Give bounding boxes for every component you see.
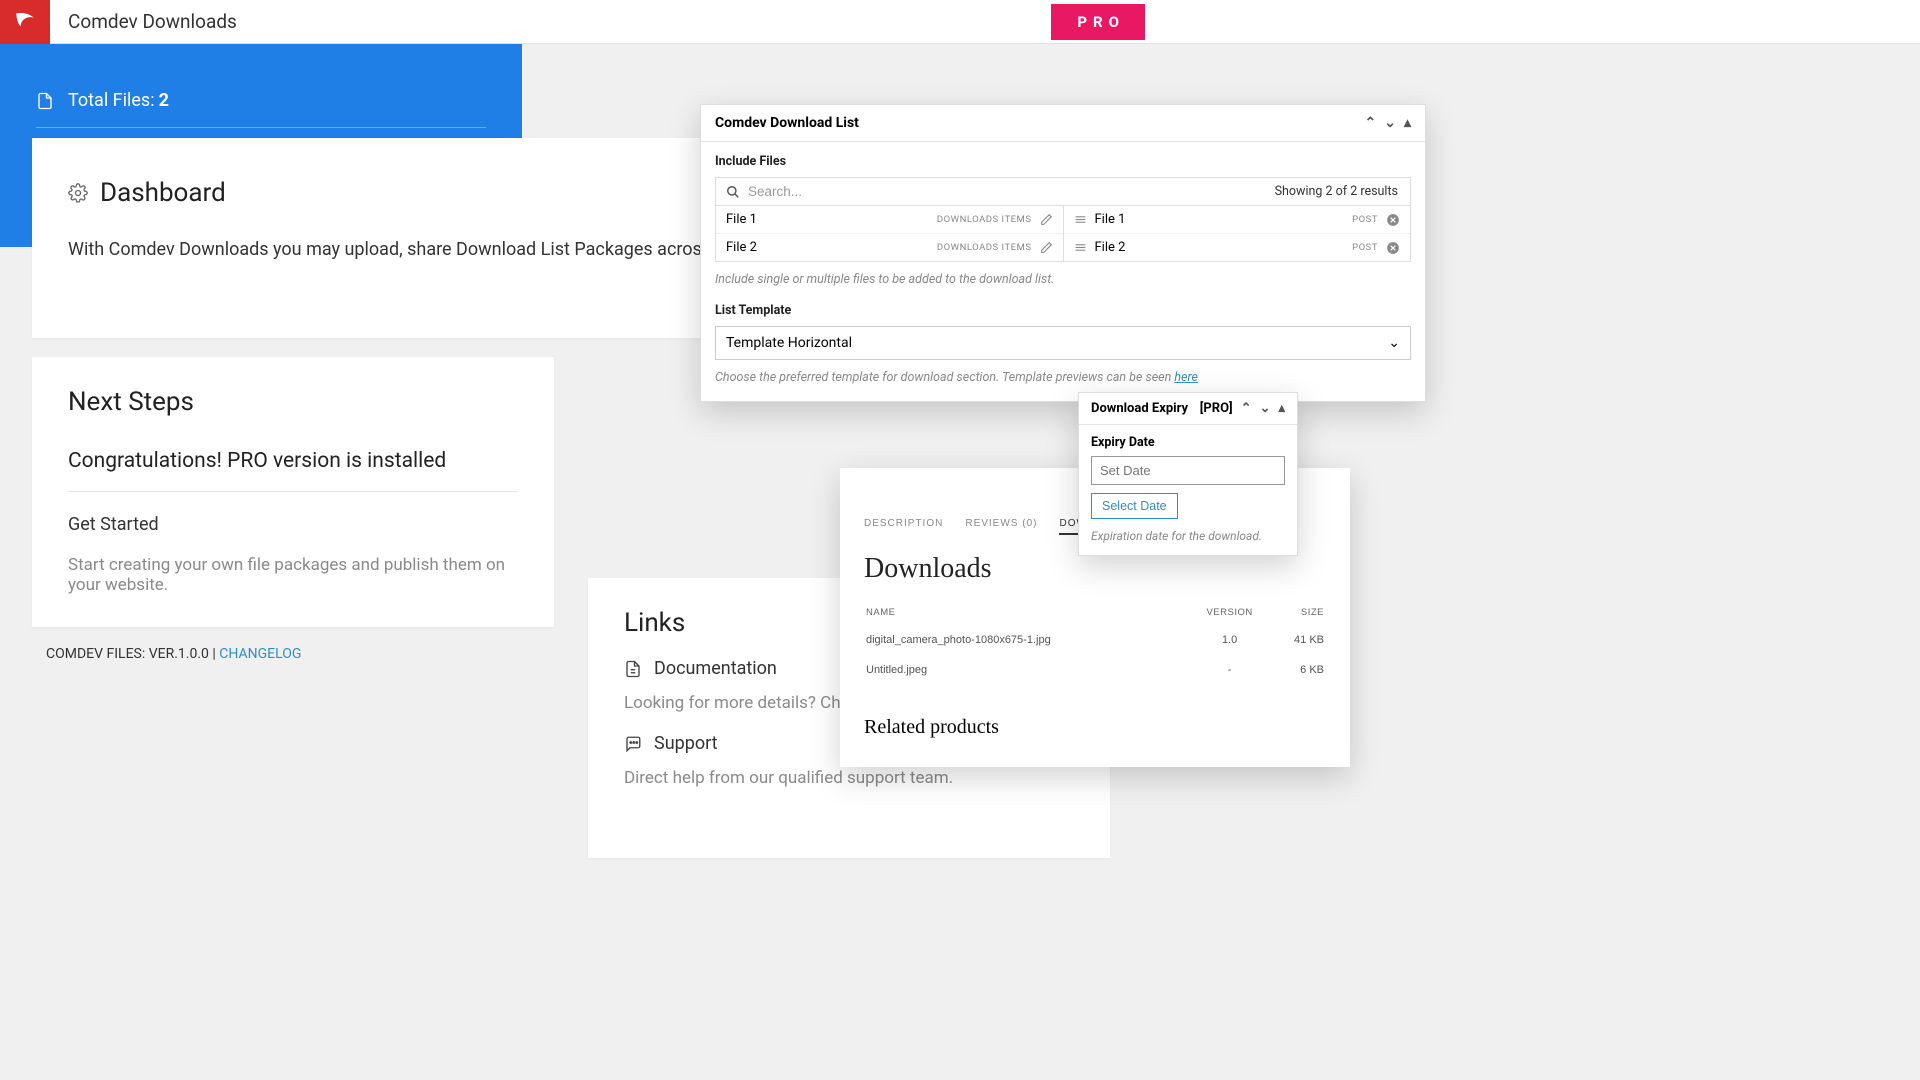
cell-name: digital_camera_photo-1080x675-1.jpg — [866, 626, 1187, 654]
congrats-text: Congratulations! PRO version is installe… — [68, 449, 518, 492]
app-logo — [0, 0, 50, 44]
caret-up-icon[interactable]: ▴ — [1278, 401, 1285, 416]
panel-header: Comdev Download List ⌃ ⌄ ▴ — [701, 105, 1425, 142]
download-expiry-panel: Download Expiry [PRO] ⌃ ⌄ ▴ Expiry Date … — [1078, 392, 1298, 556]
file-row[interactable]: File 1 POST — [1064, 206, 1411, 234]
pro-badge: PRO — [1051, 4, 1145, 40]
drag-icon[interactable] — [1074, 241, 1087, 254]
doc-icon — [624, 660, 642, 678]
expiry-title: Download Expiry — [1091, 401, 1188, 416]
file-name: File 2 — [726, 240, 757, 255]
next-steps-card: Next Steps Congratulations! PRO version … — [32, 357, 554, 627]
template-value: Template Horizontal — [726, 335, 852, 351]
logo-icon — [12, 9, 38, 35]
select-date-button[interactable]: Select Date — [1091, 493, 1178, 519]
file-meta: DOWNLOADS ITEMS — [937, 214, 1032, 225]
tab-reviews[interactable]: REVIEWS (0) — [965, 518, 1037, 535]
results-count: Showing 2 of 2 results — [1263, 184, 1410, 199]
expiry-help: Expiration date for the download. — [1091, 529, 1285, 543]
file-meta: DOWNLOADS ITEMS — [937, 242, 1032, 253]
chevron-down-icon[interactable]: ⌄ — [1384, 115, 1396, 131]
support-label: Support — [654, 733, 718, 754]
cell-version: - — [1189, 656, 1270, 684]
search-row: Showing 2 of 2 results — [715, 177, 1411, 206]
include-files-label: Include Files — [715, 154, 1411, 169]
col-version: VERSION — [1189, 601, 1270, 624]
download-list-panel: Comdev Download List ⌃ ⌄ ▴ Include Files… — [700, 104, 1426, 402]
remove-icon[interactable] — [1386, 241, 1400, 255]
version-prefix: COMDEV FILES: VER.1.0.0 | — [46, 646, 219, 662]
file-meta: POST — [1352, 242, 1378, 253]
tab-description[interactable]: DESCRIPTION — [864, 518, 943, 535]
remove-icon[interactable] — [1386, 213, 1400, 227]
cell-size: 6 KB — [1272, 656, 1324, 684]
downloads-heading: Downloads — [864, 553, 1326, 585]
table-row: Untitled.jpeg - 6 KB — [866, 656, 1324, 684]
file-meta: POST — [1352, 214, 1378, 225]
chevron-down-icon[interactable]: ⌄ — [1260, 401, 1271, 416]
expiry-pro-tag: [PRO] — [1200, 401, 1233, 416]
file-row[interactable]: File 2 POST — [1064, 234, 1411, 261]
chevron-down-icon: ⌄ — [1388, 335, 1400, 351]
stat-files-count: 2 — [159, 90, 169, 111]
support-icon — [624, 735, 642, 753]
app-title: Comdev Downloads — [68, 10, 237, 33]
col-size: SIZE — [1272, 601, 1324, 624]
file-row[interactable]: File 1 DOWNLOADS ITEMS — [716, 206, 1063, 234]
version-line: COMDEV FILES: VER.1.0.0 | CHANGELOG — [46, 646, 301, 662]
top-bar: Comdev Downloads PRO — [0, 0, 1920, 44]
cell-size: 41 KB — [1272, 626, 1324, 654]
cell-name: Untitled.jpeg — [866, 656, 1187, 684]
available-files-col: File 1 DOWNLOADS ITEMS File 2 DOWNLOADS … — [716, 206, 1064, 261]
caret-up-icon[interactable]: ▴ — [1404, 115, 1411, 131]
file-icon — [36, 92, 54, 110]
file-name: File 1 — [726, 212, 757, 227]
next-steps-heading: Next Steps — [68, 387, 518, 417]
support-desc: Direct help from our qualified support t… — [624, 768, 1074, 788]
include-help: Include single or multiple files to be a… — [715, 272, 1411, 287]
stat-files-label: Total Files: — [68, 90, 155, 111]
file-name: File 1 — [1095, 212, 1126, 227]
panel-title: Comdev Download List — [715, 115, 859, 131]
stat-row-files: Total Files: 2 — [36, 74, 486, 128]
related-heading: Related products — [864, 716, 1326, 739]
expiry-date-label: Expiry Date — [1091, 435, 1285, 450]
downloads-table: NAME VERSION SIZE digital_camera_photo-1… — [864, 599, 1326, 686]
pencil-icon[interactable] — [1040, 241, 1053, 254]
col-name: NAME — [866, 601, 1187, 624]
file-name: File 2 — [1095, 240, 1126, 255]
search-input[interactable] — [748, 184, 1253, 199]
template-label: List Template — [715, 303, 1411, 318]
file-row[interactable]: File 2 DOWNLOADS ITEMS — [716, 234, 1063, 261]
cell-version: 1.0 — [1189, 626, 1270, 654]
get-started-title: Get Started — [68, 514, 518, 535]
chevron-up-icon[interactable]: ⌃ — [1365, 115, 1377, 131]
expiry-date-input[interactable] — [1091, 456, 1285, 485]
gear-icon — [68, 183, 88, 203]
pencil-icon[interactable] — [1040, 213, 1053, 226]
table-row: digital_camera_photo-1080x675-1.jpg 1.0 … — [866, 626, 1324, 654]
search-icon — [726, 185, 740, 199]
drag-icon[interactable] — [1074, 213, 1087, 226]
dashboard-heading: Dashboard — [100, 178, 226, 208]
template-help-link[interactable]: here — [1174, 370, 1198, 385]
template-select[interactable]: Template Horizontal ⌄ — [715, 326, 1411, 360]
doc-label: Documentation — [654, 658, 777, 679]
selected-files-col: File 1 POST File 2 POST — [1064, 206, 1411, 261]
search-box — [716, 178, 1263, 205]
chevron-up-icon[interactable]: ⌃ — [1241, 401, 1252, 416]
expiry-header: Download Expiry [PRO] ⌃ ⌄ ▴ — [1079, 393, 1297, 425]
files-grid: File 1 DOWNLOADS ITEMS File 2 DOWNLOADS … — [715, 206, 1411, 262]
changelog-link[interactable]: CHANGELOG — [219, 646, 301, 662]
get-started-desc: Start creating your own file packages an… — [68, 555, 518, 595]
template-help: Choose the preferred template for downlo… — [715, 370, 1411, 385]
